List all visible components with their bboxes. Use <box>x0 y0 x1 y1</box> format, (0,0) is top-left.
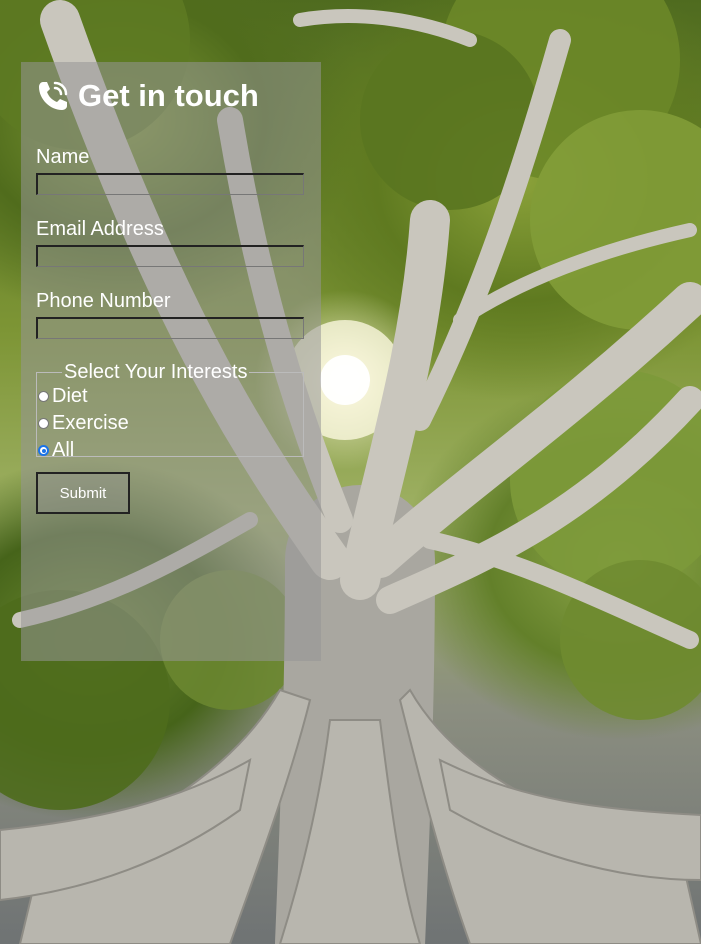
radio-option-exercise[interactable]: Exercise <box>37 410 303 437</box>
radio-label-diet: Diet <box>52 385 88 407</box>
radio-button-all[interactable] <box>38 445 49 456</box>
radio-label-all: All <box>52 439 75 461</box>
radio-button-exercise[interactable] <box>38 418 49 429</box>
phone-group: Phone Number <box>36 289 306 339</box>
email-input[interactable] <box>36 245 304 267</box>
email-group: Email Address <box>36 217 306 267</box>
radio-option-diet[interactable]: Diet <box>37 383 303 410</box>
name-label: Name <box>36 146 90 168</box>
radio-button-diet[interactable] <box>38 391 49 402</box>
submit-button[interactable]: Submit <box>36 472 130 514</box>
contact-form-panel: Get in touch Name Email Address Phone Nu… <box>21 62 321 661</box>
interests-legend: Select Your Interests <box>64 361 248 383</box>
name-input[interactable] <box>36 173 304 195</box>
radio-option-all[interactable]: All <box>37 437 303 464</box>
form-title: Get in touch <box>78 78 259 113</box>
radio-label-exercise: Exercise <box>52 412 129 434</box>
phone-call-icon <box>36 79 70 113</box>
interests-fieldset: Select Your Interests Diet Exercise All <box>36 361 304 461</box>
phone-input[interactable] <box>36 317 304 339</box>
phone-label: Phone Number <box>36 290 171 312</box>
name-group: Name <box>36 145 306 195</box>
form-header: Get in touch <box>36 76 306 116</box>
email-label: Email Address <box>36 218 164 240</box>
